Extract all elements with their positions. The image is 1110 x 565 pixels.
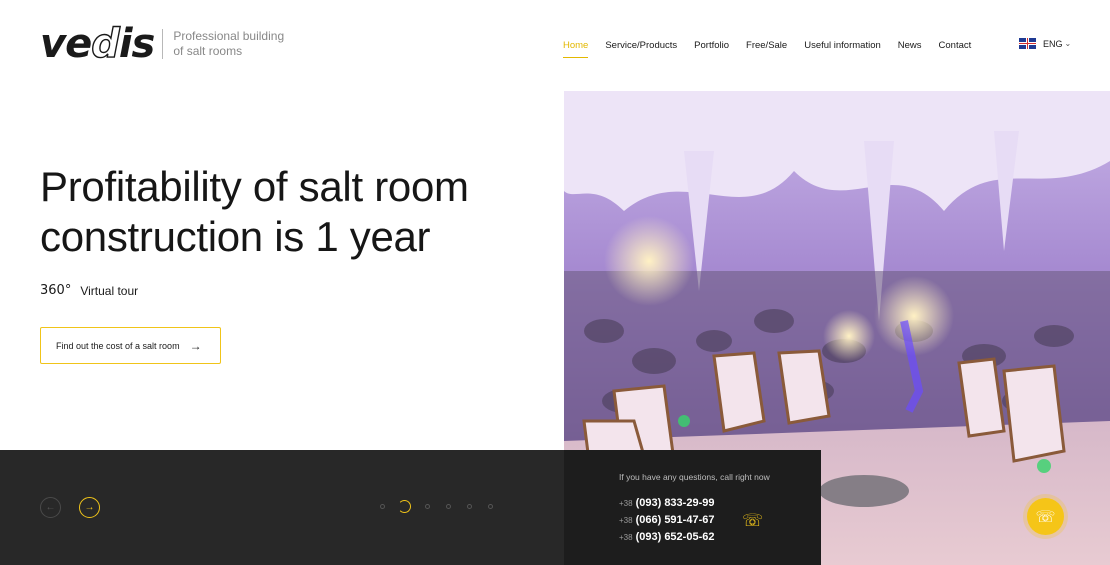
nav-item-portfolio[interactable]: Portfolio <box>694 40 729 51</box>
phone-number: (093) 833-29-99 <box>635 497 715 509</box>
slider-pagination <box>380 500 509 513</box>
country-code: +38 <box>619 516 633 525</box>
phone-link[interactable]: +38 (093) 833-29-99 <box>619 497 714 509</box>
nav-item-service-products[interactable]: Service/Products <box>605 40 677 51</box>
virtual-tour-label: Virtual tour <box>80 283 139 298</box>
slider-next-button[interactable]: → <box>79 497 100 518</box>
nav-item-news[interactable]: News <box>898 40 922 51</box>
contact-question: If you have any questions, call right no… <box>619 472 770 482</box>
slider-dot-active[interactable] <box>398 500 411 513</box>
nav-item-useful-information[interactable]: Useful information <box>804 40 881 51</box>
phone-link[interactable]: +38 (066) 591-47-67 <box>619 514 714 526</box>
360-icon: 360° <box>40 283 72 298</box>
chevron-down-icon: ⌄ <box>1064 39 1072 48</box>
slider-prev-button[interactable]: ← <box>40 497 61 518</box>
logo-divider <box>162 29 164 59</box>
arrow-right-icon: → <box>189 338 202 353</box>
slider-dot[interactable] <box>488 504 493 509</box>
logo-wordmark: vedis <box>40 21 155 67</box>
country-code: +38 <box>619 499 633 508</box>
main-nav: Home Service/Products Portfolio Free/Sal… <box>563 40 988 58</box>
phone-number: (066) 591-47-67 <box>635 514 715 526</box>
nav-item-free-sale[interactable]: Free/Sale <box>746 40 787 51</box>
uk-flag-icon <box>1019 38 1036 49</box>
virtual-tour-link[interactable]: 360° Virtual tour <box>40 283 138 298</box>
phone-link[interactable]: +38 (093) 652-05-62 <box>619 531 714 543</box>
arrow-left-icon: ← <box>45 502 56 513</box>
nav-item-home[interactable]: Home <box>563 40 589 58</box>
cta-label: Find out the cost of a salt room <box>56 340 180 351</box>
nav-item-contact[interactable]: Contact <box>939 40 972 51</box>
phone-icon: ☏ <box>1035 508 1056 526</box>
language-label: ENG <box>1043 38 1063 49</box>
cost-cta-button[interactable]: Find out the cost of a salt room → <box>40 327 221 364</box>
phone-number: (093) 652-05-62 <box>635 531 715 543</box>
slider-dot[interactable] <box>425 504 430 509</box>
slider-dot[interactable] <box>467 504 472 509</box>
slider-dot[interactable] <box>446 504 451 509</box>
logo[interactable]: vedis Professional building of salt room… <box>40 21 293 67</box>
country-code: +38 <box>619 533 633 542</box>
logo-tagline: Professional building of salt rooms <box>173 29 285 58</box>
callback-fab-button[interactable]: ☏ <box>1027 498 1064 535</box>
slider-dot[interactable] <box>380 504 385 509</box>
hero-title: Profitability of salt room construction … <box>40 163 469 260</box>
phone-call-icon[interactable]: ☏ <box>742 511 763 531</box>
language-selector[interactable]: ENG ⌄ <box>1019 38 1071 49</box>
arrow-right-icon: → <box>84 502 95 513</box>
